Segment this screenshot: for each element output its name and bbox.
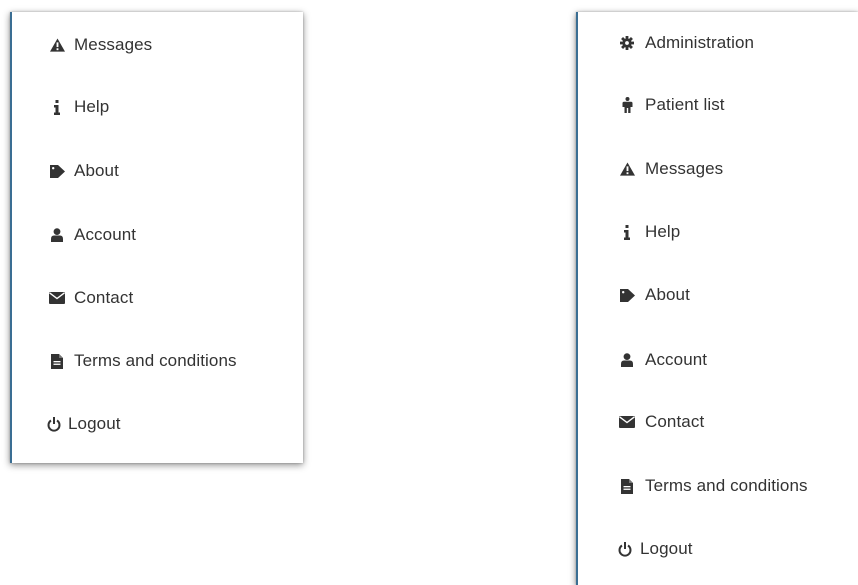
- dropdown-menu-standard: Messages Help About Account Contact Term…: [10, 12, 303, 463]
- screen: Messages Help About Account Contact Term…: [0, 0, 858, 585]
- menu-item-patient-list[interactable]: Patient list: [578, 85, 858, 125]
- menu-item-administration[interactable]: Administration: [578, 23, 858, 63]
- file-text-icon: [609, 478, 645, 494]
- menu-item-help[interactable]: Help: [578, 212, 858, 252]
- menu-item-label: Administration: [645, 33, 755, 52]
- info-icon: [40, 99, 74, 115]
- power-icon: [40, 416, 68, 432]
- person-icon: [609, 97, 645, 113]
- gear-icon: [609, 36, 645, 50]
- user-icon: [609, 353, 645, 367]
- menu-item-label: Terms and conditions: [645, 476, 808, 495]
- menu-item-label: About: [74, 161, 119, 180]
- menu-item-help[interactable]: Help: [12, 87, 303, 127]
- dropdown-menu-admin: Administration Patient list Messages Hel…: [576, 12, 858, 585]
- menu-item-label: Contact: [74, 288, 134, 307]
- menu-item-account[interactable]: Account: [578, 340, 858, 380]
- menu-item-label: Messages: [645, 159, 724, 178]
- tag-icon: [40, 164, 74, 178]
- tag-icon: [609, 288, 645, 302]
- menu-item-label: Help: [74, 97, 110, 116]
- menu-item-label: Logout: [68, 414, 121, 433]
- power-icon: [609, 541, 640, 557]
- menu-item-label: Logout: [640, 539, 693, 558]
- file-text-icon: [40, 353, 74, 369]
- info-icon: [609, 224, 645, 240]
- menu-item-about[interactable]: About: [578, 275, 858, 315]
- menu-item-contact[interactable]: Contact: [578, 402, 858, 442]
- warning-icon: [40, 38, 74, 52]
- menu-item-label: Account: [645, 350, 708, 369]
- menu-item-contact[interactable]: Contact: [12, 278, 303, 318]
- menu-item-terms[interactable]: Terms and conditions: [578, 466, 858, 506]
- menu-item-label: Terms and conditions: [74, 351, 237, 370]
- menu-item-about[interactable]: About: [12, 151, 303, 191]
- warning-icon: [609, 162, 645, 176]
- menu-item-label: Contact: [645, 412, 705, 431]
- menu-item-messages[interactable]: Messages: [578, 149, 858, 189]
- menu-item-messages[interactable]: Messages: [12, 25, 303, 65]
- envelope-icon: [609, 416, 645, 428]
- menu-item-label: About: [645, 285, 690, 304]
- menu-item-terms[interactable]: Terms and conditions: [12, 341, 303, 381]
- menu-item-label: Help: [645, 222, 681, 241]
- envelope-icon: [40, 292, 74, 304]
- menu-item-label: Patient list: [645, 95, 725, 114]
- user-icon: [40, 228, 74, 242]
- menu-item-logout[interactable]: Logout: [578, 529, 858, 569]
- menu-item-account[interactable]: Account: [12, 215, 303, 255]
- menu-item-label: Account: [74, 225, 137, 244]
- menu-item-label: Messages: [74, 35, 153, 54]
- menu-item-logout[interactable]: Logout: [12, 404, 303, 444]
